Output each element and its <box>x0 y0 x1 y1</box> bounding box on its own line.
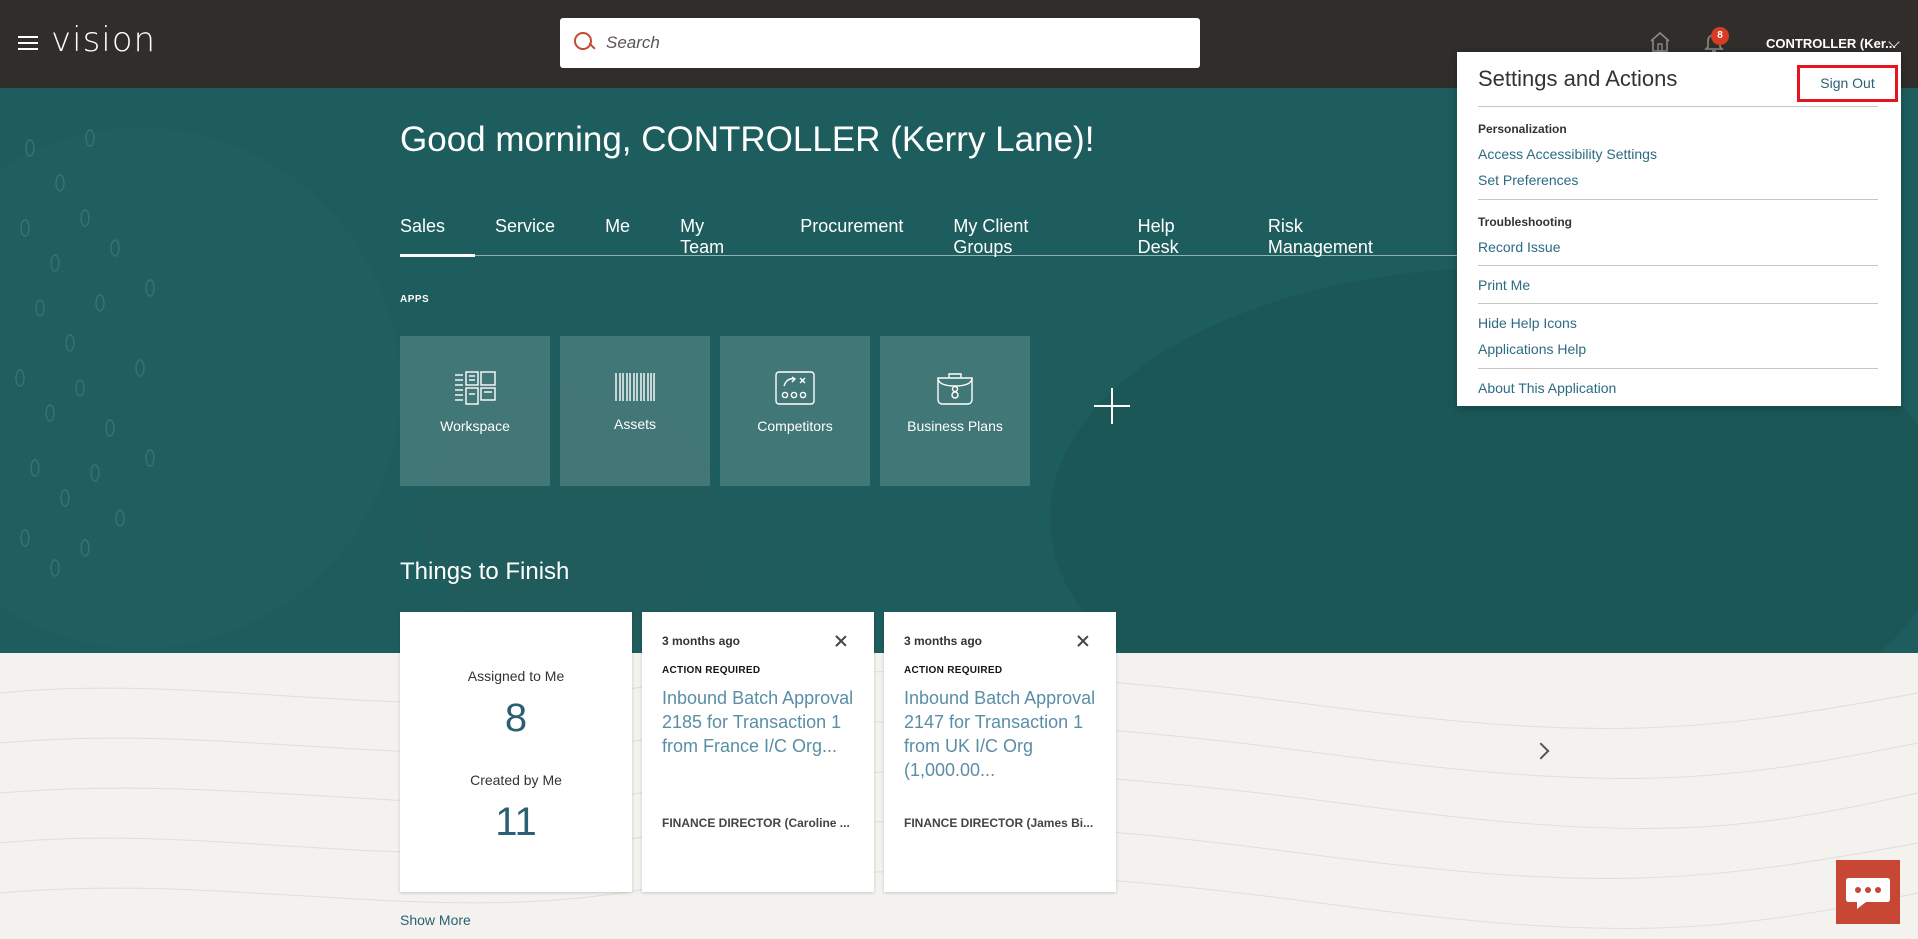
tab-procurement[interactable]: Procurement <box>800 204 903 256</box>
sign-out-button[interactable]: Sign Out <box>1797 65 1898 102</box>
hamburger-menu-icon[interactable] <box>18 36 38 52</box>
settings-and-actions-panel: Settings and Actions Sign Out Personaliz… <box>1457 52 1901 406</box>
user-menu[interactable]: CONTROLLER (Ker... <box>1766 36 1896 51</box>
app-tile-label: Competitors <box>757 418 833 434</box>
competitors-icon <box>775 371 815 405</box>
task-description-link[interactable]: Inbound Batch Approval 2147 for Transact… <box>904 686 1099 782</box>
tab-my-client-groups[interactable]: My Client Groups <box>953 204 1087 257</box>
app-tile-assets[interactable]: Assets <box>560 336 710 486</box>
print-me-link[interactable]: Print Me <box>1478 277 1530 293</box>
dismiss-close-icon[interactable] <box>834 634 848 648</box>
app-tile-label: Assets <box>613 416 656 432</box>
task-description-link[interactable]: Inbound Batch Approval 2185 for Transact… <box>662 686 857 758</box>
hide-help-icons-link[interactable]: Hide Help Icons <box>1478 315 1577 331</box>
task-from: FINANCE DIRECTOR (James Bi... <box>904 816 1094 830</box>
barcode-icon <box>615 373 655 401</box>
tab-my-team[interactable]: My Team <box>680 204 750 257</box>
task-card[interactable]: 3 months ago ACTION REQUIRED Inbound Bat… <box>884 612 1116 892</box>
tab-sales[interactable]: Sales <box>400 204 476 257</box>
show-more-link[interactable]: Show More <box>400 912 471 928</box>
chat-button[interactable] <box>1836 860 1900 924</box>
created-by-me-label: Created by Me <box>470 772 562 788</box>
task-time: 3 months ago <box>662 634 741 648</box>
about-this-application-link[interactable]: About This Application <box>1478 380 1616 396</box>
logo[interactable]: vision <box>51 20 156 60</box>
greeting-heading: Good morning, CONTROLLER (Kerry Lane)! <box>400 120 1095 159</box>
access-accessibility-settings-link[interactable]: Access Accessibility Settings <box>1478 146 1657 162</box>
search-box[interactable] <box>560 18 1200 68</box>
notification-count-badge: 8 <box>1711 27 1729 45</box>
task-from: FINANCE DIRECTOR (Caroline ... <box>662 816 850 830</box>
app-tile-business-plans[interactable]: Business Plans <box>880 336 1030 486</box>
apps-section-label: APPS <box>400 294 430 305</box>
divider <box>1478 199 1878 200</box>
assigned-to-me-count[interactable]: 8 <box>400 696 632 741</box>
task-time: 3 months ago <box>904 634 983 648</box>
home-icon[interactable] <box>1648 30 1672 54</box>
set-preferences-link[interactable]: Set Preferences <box>1478 172 1578 188</box>
task-status: ACTION REQUIRED <box>904 665 1003 676</box>
applications-help-link[interactable]: Applications Help <box>1478 341 1586 357</box>
app-tile-label: Business Plans <box>907 418 1003 434</box>
summary-card[interactable]: Assigned to Me 8 Created by Me 11 <box>400 612 632 892</box>
dismiss-close-icon[interactable] <box>1076 634 1090 648</box>
search-input[interactable] <box>606 33 1166 53</box>
task-status: ACTION REQUIRED <box>662 665 761 676</box>
panel-title: Settings and Actions <box>1478 66 1678 91</box>
tab-me[interactable]: Me <box>605 204 630 256</box>
assigned-to-me-label: Assigned to Me <box>467 668 565 684</box>
task-card[interactable]: 3 months ago ACTION REQUIRED Inbound Bat… <box>642 612 874 892</box>
record-issue-link[interactable]: Record Issue <box>1478 239 1560 255</box>
workspace-icon <box>455 371 496 405</box>
divider <box>1478 368 1878 369</box>
things-to-finish-heading: Things to Finish <box>400 558 570 585</box>
tab-service[interactable]: Service <box>495 204 555 256</box>
chat-bubble-icon <box>1846 878 1890 909</box>
briefcase-icon <box>937 373 973 405</box>
created-by-me-count[interactable]: 11 <box>400 800 632 845</box>
troubleshooting-header: Troubleshooting <box>1478 215 1572 229</box>
divider <box>1478 303 1878 304</box>
add-app-plus-icon[interactable] <box>1094 388 1130 424</box>
app-tile-competitors[interactable]: Competitors <box>720 336 870 486</box>
tab-bar: Sales Service Me My Team Procurement My … <box>400 204 1458 257</box>
background-pattern <box>15 129 155 577</box>
divider <box>1478 265 1878 266</box>
search-icon <box>572 30 598 56</box>
app-tile-workspace[interactable]: Workspace <box>400 336 550 486</box>
divider <box>1478 106 1878 107</box>
tab-risk-management[interactable]: Risk Management <box>1268 204 1408 257</box>
app-tile-label: Workspace <box>440 418 510 434</box>
personalization-header: Personalization <box>1478 122 1567 136</box>
tab-help-desk[interactable]: Help Desk <box>1138 204 1218 257</box>
